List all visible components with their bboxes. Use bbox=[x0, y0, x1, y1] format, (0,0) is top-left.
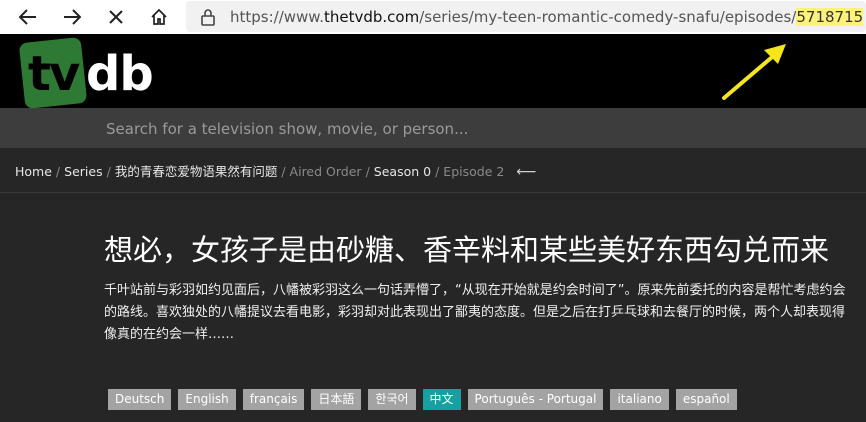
language-badge[interactable]: English bbox=[178, 389, 236, 410]
back-icon[interactable] bbox=[13, 4, 43, 30]
url-episode-id-highlight: 5718715 bbox=[796, 8, 864, 26]
breadcrumb-series[interactable]: Series bbox=[64, 164, 102, 179]
breadcrumb-show[interactable]: 我的青春恋爱物语果然有问题 bbox=[115, 164, 278, 179]
breadcrumb-order: Aired Order bbox=[289, 164, 362, 179]
breadcrumb-bar: Home / Series / 我的青春恋爱物语果然有问题 / Aired Order / Se… bbox=[0, 148, 866, 193]
home-icon[interactable] bbox=[144, 4, 174, 30]
language-badge[interactable]: Português - Portugal bbox=[467, 389, 604, 410]
language-badge[interactable]: italiano bbox=[610, 389, 669, 410]
breadcrumb-separator: / bbox=[106, 164, 111, 179]
search-input[interactable] bbox=[104, 117, 708, 141]
address-bar[interactable]: https://www.thetvdb.com/series/my-teen-r… bbox=[186, 1, 866, 32]
breadcrumb-home[interactable]: Home bbox=[15, 164, 52, 179]
breadcrumb-season[interactable]: Season 0 bbox=[374, 164, 431, 179]
breadcrumb-separator: / bbox=[281, 164, 286, 179]
language-badge[interactable]: 日本語 bbox=[311, 389, 362, 410]
episode-content: 想必，女孩子是由砂糖、香辛料和某些美好东西勾兑而来 千叶站前与彩羽如约见面后，八… bbox=[104, 232, 854, 346]
language-badge[interactable]: français bbox=[242, 389, 305, 410]
breadcrumb-separator: / bbox=[435, 164, 440, 179]
language-badge[interactable]: Deutsch bbox=[108, 389, 172, 410]
language-badge[interactable]: 한국어 bbox=[368, 389, 416, 410]
breadcrumb-separator: / bbox=[55, 164, 61, 179]
episode-overview: 千叶站前与彩羽如约见面后，八幡被彩羽这么一句话弄懵了，“从现在开始就是约会时间了… bbox=[104, 283, 846, 342]
breadcrumb: Home / Series / 我的青春恋爱物语果然有问题 / Aired Order / Se… bbox=[15, 161, 536, 180]
logo-tv-text[interactable]: tv bbox=[28, 48, 80, 100]
annotation-arrow-icon bbox=[722, 44, 786, 100]
language-badge[interactable]: español bbox=[675, 389, 737, 410]
episode-title: 想必，女孩子是由砂糖、香辛料和某些美好东西勾兑而来 bbox=[104, 233, 830, 267]
language-list: Deutsch English français 日本語 한국어 中文 Português … bbox=[108, 389, 737, 410]
search-bar bbox=[0, 108, 866, 148]
language-badge[interactable]: 中文 bbox=[422, 389, 461, 410]
breadcrumb-episode: Episode 2 bbox=[443, 164, 505, 179]
logo-db-text[interactable]: db bbox=[86, 48, 154, 100]
url-text: https://www.thetvdb.com/series/my-teen-r… bbox=[230, 8, 864, 26]
lock-icon bbox=[201, 9, 215, 26]
breadcrumb-separator: / bbox=[365, 164, 370, 179]
forward-icon[interactable] bbox=[57, 4, 87, 30]
back-arrow-icon[interactable]: ⟵ bbox=[516, 164, 536, 180]
browser-toolbar: https://www.thetvdb.com/series/my-teen-r… bbox=[0, 0, 866, 35]
stop-icon[interactable] bbox=[101, 4, 131, 30]
